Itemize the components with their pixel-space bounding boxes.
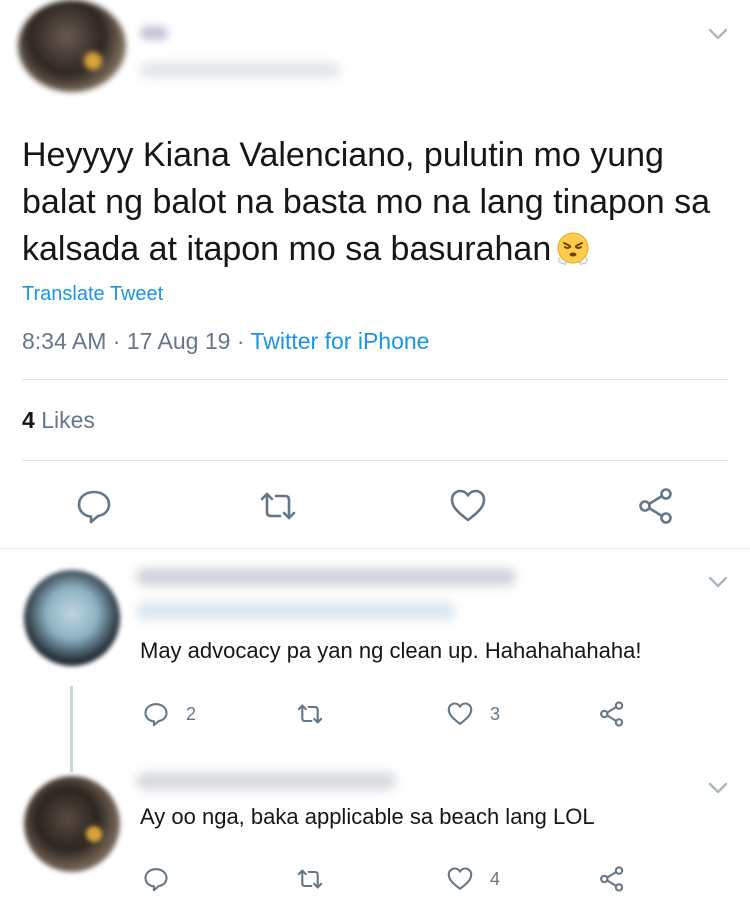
share-icon[interactable] [598,865,626,893]
reply-author-redacted[interactable] [136,568,516,586]
reply-icon[interactable] [142,700,170,728]
share-icon[interactable] [598,700,626,728]
like-icon[interactable] [448,486,488,526]
avatar[interactable] [24,776,120,872]
author-name-redacted[interactable] [140,26,168,40]
reply-handle-redacted[interactable] [136,602,456,620]
reply-author-redacted[interactable] [136,772,396,790]
chevron-down-icon[interactable] [706,22,730,46]
retweet-icon[interactable] [258,486,298,526]
reply-icon[interactable] [142,865,170,893]
likes-stat[interactable]: 4 Likes [22,407,95,434]
like-icon[interactable] [446,865,474,893]
likes-label: Likes [41,407,95,433]
author-handle-redacted[interactable] [140,62,340,78]
face-with-steam-from-nose-icon [555,230,591,266]
tweet-date: 17 Aug 19 [126,328,231,354]
divider [22,379,728,380]
retweet-icon[interactable] [296,865,324,893]
reply-count: 2 [186,704,197,724]
like-count: 3 [490,704,501,724]
meta-separator: · [106,328,127,354]
meta-separator: · [230,328,251,354]
translate-tweet-link[interactable]: Translate Tweet [22,283,163,306]
section-separator [0,548,750,549]
reply-text: Ay oo nga, baka applicable sa beach lang… [140,804,595,829]
tweet-source-link[interactable]: Twitter for iPhone [250,328,429,354]
retweet-icon[interactable] [296,700,324,728]
avatar[interactable] [18,0,126,92]
tweet-time: 8:34 AM [22,328,107,354]
tweet-text: Heyyyy Kiana Valenciano, pulutin mo yung… [22,132,722,273]
main-tweet: Heyyyy Kiana Valenciano, pulutin mo yung… [0,0,750,548]
reply-icon[interactable] [74,486,114,526]
like-count: 4 [490,869,501,889]
reply-text: May advocacy pa yan ng clean up. Hahahah… [140,638,642,663]
like-icon[interactable] [446,700,474,728]
avatar[interactable] [24,570,120,666]
share-icon[interactable] [636,486,676,526]
chevron-down-icon[interactable] [706,570,730,594]
tweet-body: Heyyyy Kiana Valenciano, pulutin mo yung… [22,136,711,268]
thread-connector-line [70,686,73,772]
chevron-down-icon[interactable] [706,776,730,800]
likes-count: 4 [22,407,35,433]
tweet-meta: 8:34 AM · 17 Aug 19 · Twitter for iPhone [22,328,429,355]
divider [22,460,728,461]
